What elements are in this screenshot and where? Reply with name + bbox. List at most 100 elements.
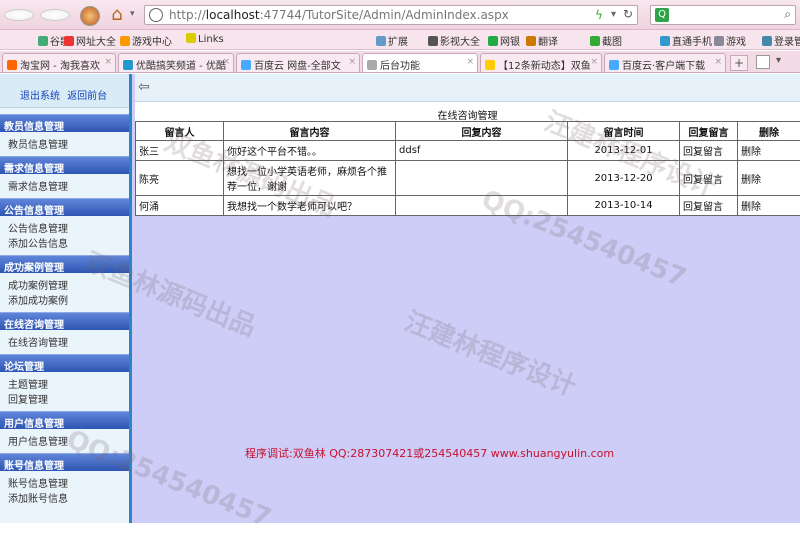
lightning-icon[interactable]: ϟ [595,8,603,22]
dropdown-icon[interactable]: ▾ [611,9,616,20]
browser-tab[interactable]: 【12条新动态】双鱼× [480,53,602,72]
sidebar-section-body: 在线咨询管理 [0,330,129,348]
cell-time: 2013-12-01 [568,141,680,161]
close-icon[interactable]: × [348,57,356,67]
refresh-icon[interactable]: ↻ [623,7,633,21]
tab-favicon-icon [123,60,133,70]
bookmark-item[interactable]: 游戏 [714,33,746,48]
home-icon[interactable]: ⌂ [106,4,128,26]
column-header: 留言内容 [224,122,396,141]
back-arrow-icon[interactable]: ⇦ [138,80,156,94]
browser-tab[interactable]: 百度云 网盘-全部文 × [236,53,360,72]
new-tab-button[interactable]: + [730,55,748,71]
column-header: 回复留言 [680,122,738,141]
bookmark-item[interactable]: 影视大全 [428,33,480,48]
bookmark-icon [714,36,724,46]
bookmark-label: 游戏中心 [132,37,172,48]
cell-name: 陈亮 [136,161,224,196]
bookmark-item[interactable]: 截图 [590,33,622,48]
bookmark-label: 登录管 [774,37,800,48]
sidebar-item[interactable]: 添加成功案例 [0,290,129,305]
bookmark-label: Links [198,34,224,45]
sidebar-item[interactable]: 主题管理 [0,374,129,389]
table-row: 张三你好这个平台不错。。ddsf2013-12-01回复留言删除 [136,141,800,161]
browser-tab[interactable]: 后台功能× [362,53,478,72]
user-avatar[interactable] [80,6,100,26]
address-url[interactable]: http://localhost:47744/TutorSite/Admin/A… [169,8,509,22]
sidebar-item[interactable]: 账号信息管理 [0,473,129,488]
delete-link[interactable]: 删除 [738,161,800,196]
close-icon[interactable]: × [590,57,598,67]
search-box[interactable]: Q ⌕ [650,5,796,25]
bookmark-item[interactable]: 游戏中心 [120,33,172,48]
delete-link[interactable]: 删除 [738,141,800,161]
logout-link[interactable]: 退出系统 [20,91,60,102]
tab-list-icon[interactable] [756,55,770,69]
sidebar-section-body: 教员信息管理 [0,132,129,150]
tab-label: 百度云·客户端下载 [622,61,705,72]
bookmark-icon [376,36,386,46]
reply-link[interactable]: 回复留言 [680,141,738,161]
browser-tab[interactable]: 百度云·客户端下载 × [604,53,726,72]
column-header: 删除 [738,122,800,141]
tab-label: 百度云 网盘-全部文 [254,61,341,72]
bookmarks-bar: 谷歌网址大全游戏中心Links扩展影视大全网银翻译截图直通手机游戏登录管 [0,30,800,50]
close-icon[interactable]: × [222,57,230,67]
sidebar-item[interactable]: 教员信息管理 [0,134,129,149]
tab-favicon-icon [609,60,619,70]
message-table: 留言人留言内容回复内容留言时间回复留言删除 张三你好这个平台不错。。ddsf20… [135,121,800,216]
bookmark-item[interactable]: 扩展 [376,33,408,48]
chevron-down-icon[interactable]: ▾ [130,9,135,19]
sidebar-section-title: 成功案例管理 [0,255,129,273]
search-engine-icon[interactable]: Q [655,8,669,22]
sidebar-section-title: 公告信息管理 [0,198,129,216]
bookmark-item[interactable]: Links [186,33,224,45]
content-toolbar: ⇦ [135,74,800,102]
sidebar-section-body: 公告信息管理添加公告信息 [0,216,129,249]
bookmark-item[interactable]: 登录管 [762,33,800,48]
more-icon[interactable]: ▾ [776,55,781,66]
browser-toolbar: ⌂ ▾ http://localhost:47744/TutorSite/Adm… [0,0,800,30]
reply-link[interactable]: 回复留言 [680,196,738,216]
sidebar-section-body: 成功案例管理添加成功案例 [0,273,129,306]
tab-label: 淘宝网 - 淘我喜欢 [20,61,100,72]
cell-reply: ddsf [396,141,568,161]
bookmark-item[interactable]: 翻译 [526,33,558,48]
bookmark-label: 影视大全 [440,37,480,48]
sidebar-item[interactable]: 需求信息管理 [0,176,129,191]
cell-time: 2013-10-14 [568,196,680,216]
sidebar-item[interactable]: 添加公告信息 [0,233,129,248]
cell-name: 何涌 [136,196,224,216]
delete-link[interactable]: 删除 [738,196,800,216]
bookmark-item[interactable]: 直通手机 [660,33,712,48]
bookmark-item[interactable]: 网银 [488,33,520,48]
address-bar[interactable]: http://localhost:47744/TutorSite/Admin/A… [144,5,638,25]
reply-link[interactable]: 回复留言 [680,161,738,196]
bookmark-item[interactable]: 网址大全 [64,33,116,48]
sidebar-item[interactable]: 添加账号信息 [0,488,129,503]
sidebar-item[interactable]: 在线咨询管理 [0,332,129,347]
page-title: 在线咨询管理 [135,102,800,121]
sidebar-item[interactable]: 公告信息管理 [0,218,129,233]
close-icon[interactable]: × [466,57,474,67]
sidebar-item[interactable]: 用户信息管理 [0,431,129,446]
browser-tab[interactable]: 优酷搞笑频道 - 优酷× [118,53,234,72]
bookmark-label: 直通手机 [672,37,712,48]
sidebar-section-title: 论坛管理 [0,354,129,372]
search-icon[interactable]: ⌕ [784,7,791,22]
bookmark-icon [590,36,600,46]
browser-tab[interactable]: 淘宝网 - 淘我喜欢 × [2,53,116,72]
bookmark-icon [64,36,74,46]
close-icon[interactable]: × [714,57,722,67]
sidebar-item[interactable]: 回复管理 [0,389,129,404]
globe-icon [149,8,163,22]
cell-reply [396,196,568,216]
bookmark-label: 扩展 [388,37,408,48]
column-header: 回复内容 [396,122,568,141]
sidebar-item[interactable]: 成功案例管理 [0,275,129,290]
bookmark-label: 翻译 [538,37,558,48]
bookmark-label: 网银 [500,37,520,48]
home-link[interactable]: 返回前台 [67,91,107,102]
table-row: 陈亮想找一位小学英语老师，麻烦各个推荐一位，谢谢2013-12-20回复留言删除 [136,161,800,196]
close-icon[interactable]: × [104,57,112,67]
